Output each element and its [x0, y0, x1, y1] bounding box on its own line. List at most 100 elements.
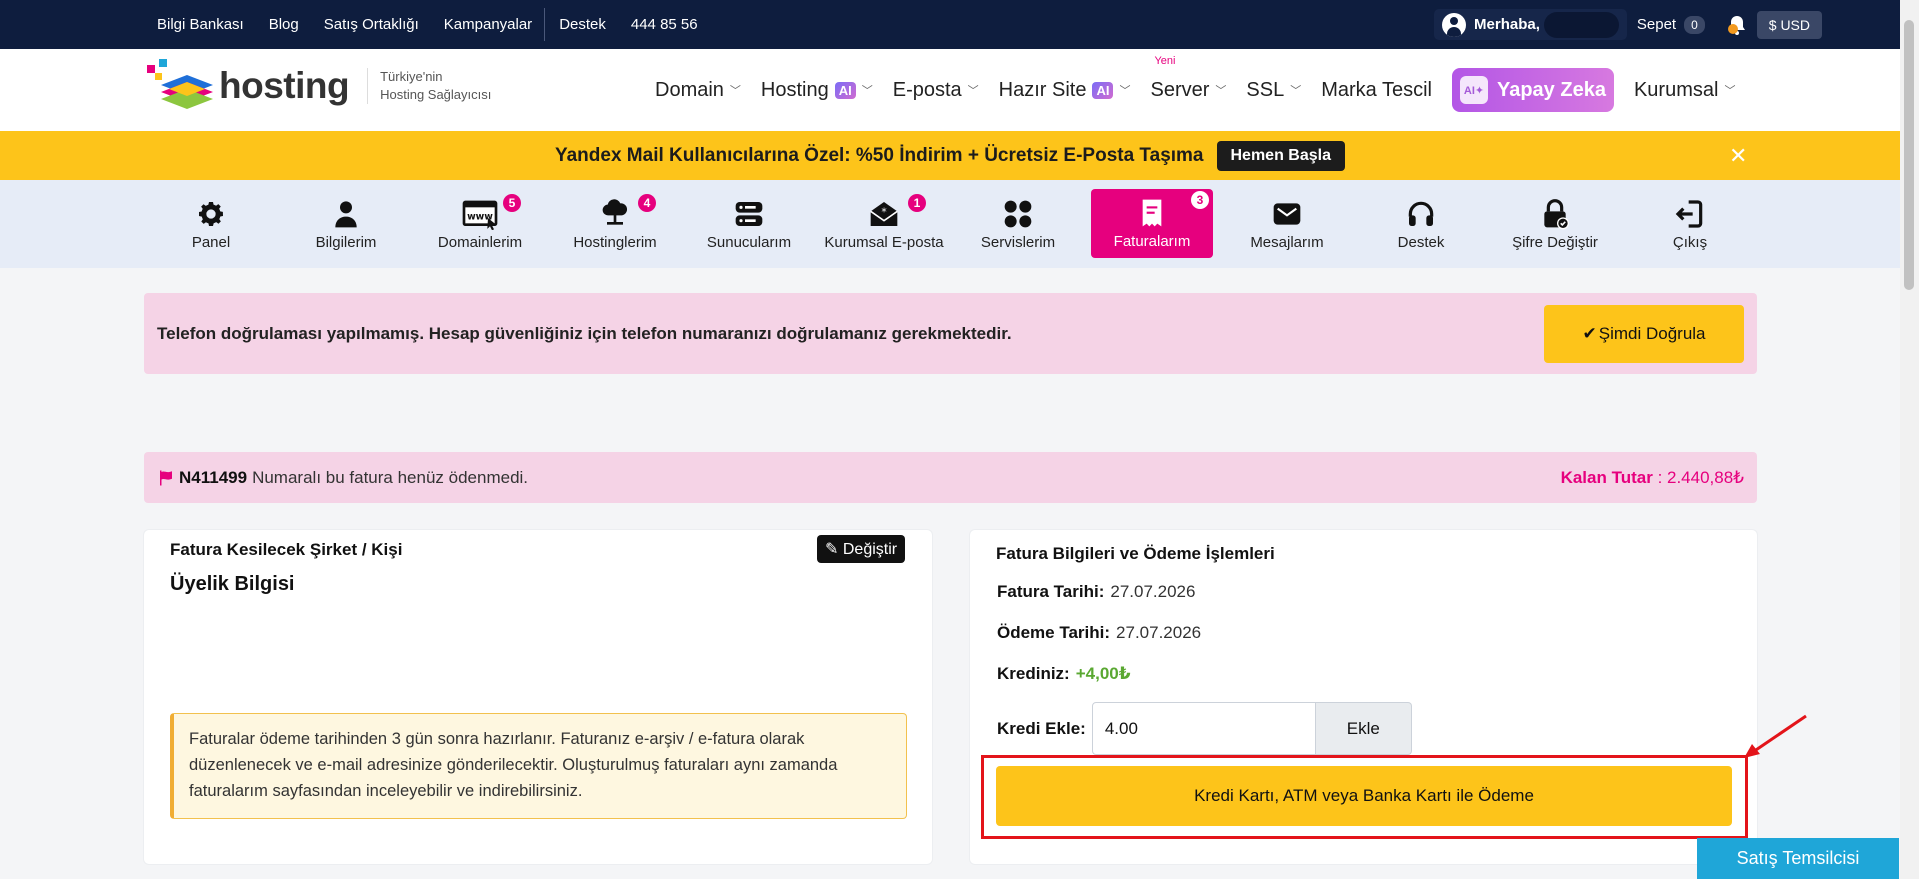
tab-destek[interactable]: Destek — [1360, 190, 1482, 268]
gear-icon — [199, 202, 223, 226]
promo-banner: Yandex Mail Kullanıcılarına Özel: %50 İn… — [0, 131, 1900, 180]
payment-date-label: Ödeme Tarihi: — [997, 623, 1111, 642]
membership-info-title: Üyelik Bilgisi — [170, 573, 295, 595]
annotation-arrow-icon — [1744, 714, 1807, 758]
tab-destek-label: Destek — [1397, 234, 1445, 251]
pencil-icon: ✎ — [825, 541, 839, 558]
chevron-down-icon: ﹀ — [1724, 85, 1736, 97]
nav-eposta[interactable]: E-posta ﹀ — [893, 79, 979, 102]
invoice-date-value: 27.07.2026 — [1110, 582, 1196, 601]
verify-now-button[interactable]: ✔ Şimdi Doğrula — [1544, 305, 1744, 363]
sales-representative-button[interactable]: Satış Temsilcisi — [1697, 838, 1899, 879]
logo-tagline: Türkiye'nin Hosting Sağlayıcısı — [367, 68, 491, 104]
phone-number[interactable]: 444 85 56 — [631, 16, 698, 33]
server-icon — [735, 202, 763, 226]
count-badge: 1 — [908, 194, 926, 212]
promo-text: Yandex Mail Kullanıcılarına Özel: %50 İn… — [554, 144, 1204, 166]
nav-domain[interactable]: Domain ﹀ — [655, 79, 741, 102]
promo-start-button[interactable]: Hemen Başla — [1216, 140, 1345, 171]
nav-ssl[interactable]: SSL ﹀ — [1246, 79, 1301, 102]
link-blog[interactable]: Blog — [269, 16, 299, 33]
tab-sunucularim[interactable]: Sunucularım — [688, 190, 810, 268]
nav-eposta-label: E-posta — [892, 78, 962, 101]
tab-servislerim-label: Servislerim — [980, 234, 1056, 251]
site-logo[interactable]: hosting Türkiye'nin Hosting Sağlayıcısı — [147, 59, 491, 113]
chevron-down-icon: ﹀ — [729, 85, 741, 97]
tab-faturalarim[interactable]: 3 Faturalarım — [1091, 189, 1213, 258]
tab-faturalarim-label: Faturalarım — [1113, 233, 1191, 250]
cart-label: Sepet — [1636, 16, 1677, 33]
tab-sifre-degistir[interactable]: Şifre Değiştir — [1494, 190, 1616, 268]
top-bar: Bilgi Bankası Blog Satış Ortaklığı Kampa… — [0, 0, 1900, 49]
tab-kurumsal-eposta[interactable]: 1 * Kurumsal E-posta — [822, 190, 946, 268]
chevron-down-icon: ﹀ — [1290, 85, 1302, 97]
account-menu[interactable]: Merhaba, — [1434, 9, 1627, 40]
logo-wordmark: hosting — [219, 65, 350, 106]
close-icon[interactable]: ✕ — [1729, 143, 1747, 169]
invoice-info-note: Faturalar ödeme tarihinden 3 gün sonra h… — [170, 713, 907, 819]
tab-hostinglerim-label: Hostinglerim — [573, 234, 657, 251]
card-payment-button[interactable]: Kredi Kartı, ATM veya Banka Kartı ile Öd… — [996, 766, 1732, 826]
chevron-down-icon: ﹀ — [1119, 85, 1131, 97]
svg-text:*: * — [881, 205, 887, 218]
count-badge: 4 — [638, 194, 656, 212]
chevron-down-icon: ﹀ — [967, 85, 979, 97]
credit-amount-input[interactable]: 4.00 — [1091, 702, 1316, 755]
ai-badge: AI — [1092, 81, 1114, 99]
scrollbar-thumb[interactable] — [1904, 20, 1914, 290]
link-kampanyalar[interactable]: Kampanyalar — [444, 16, 532, 33]
nav-server[interactable]: Yeni Server ﹀ — [1150, 55, 1226, 102]
link-satis-ortakligi[interactable]: Satış Ortaklığı — [324, 16, 419, 33]
tab-bilgilerim-label: Bilgilerim — [315, 234, 377, 251]
nav-yapay-zeka-label: Yapay Zeka — [1496, 78, 1606, 101]
nav-hosting[interactable]: Hosting AI ﹀ — [761, 79, 873, 102]
credit-row: Krediniz: +4,00₺ — [997, 664, 1131, 684]
tab-domainlerim[interactable]: 5 www Domainlerim — [419, 190, 541, 268]
headset-icon — [1408, 201, 1434, 226]
invoice-date-label: Fatura Tarihi: — [997, 582, 1105, 601]
nav-ssl-label: SSL — [1246, 78, 1285, 101]
invoice-number: N411499 — [179, 467, 248, 487]
tab-hostinglerim[interactable]: 4 Hostinglerim — [554, 190, 676, 268]
nav-kurumsal-label: Kurumsal — [1633, 78, 1719, 101]
currency-selector[interactable]: $ USD — [1756, 10, 1822, 39]
tab-servislerim[interactable]: Servislerim — [957, 190, 1079, 268]
payment-date-row: Ödeme Tarihi: 27.07.2026 — [997, 623, 1201, 643]
tagline-line1: Türkiye'nin — [380, 69, 443, 84]
receipt-icon — [1142, 199, 1162, 227]
cart-link[interactable]: Sepet 0 — [1636, 15, 1705, 34]
link-destek[interactable]: Destek — [559, 16, 606, 33]
logout-icon — [1675, 200, 1703, 228]
nav-marka-label: Marka Tescil — [1321, 78, 1432, 101]
invoice-status-text: Numaralı bu fatura henüz ödenmedi. — [252, 467, 529, 487]
edit-button-label: Değiştir — [842, 541, 898, 558]
nav-hazir-site[interactable]: Hazır Site AI ﹀ — [999, 79, 1131, 102]
tab-mesajlarim[interactable]: Mesajlarım — [1226, 190, 1348, 268]
www-browser-icon: www — [462, 200, 498, 230]
remaining-value: : 2.440,88₺ — [1657, 467, 1744, 487]
tab-panel[interactable]: Panel — [150, 190, 272, 268]
add-credit-button[interactable]: Ekle — [1315, 702, 1412, 755]
count-badge: 3 — [1191, 191, 1209, 209]
edit-button[interactable]: ✎ Değiştir — [817, 535, 906, 563]
divider — [544, 8, 546, 41]
nav-marka-tescil[interactable]: Marka Tescil — [1321, 79, 1432, 102]
notification-bell-icon[interactable] — [1725, 13, 1749, 37]
tagline-line2: Hosting Sağlayıcısı — [380, 87, 492, 102]
cart-count-badge: 0 — [1684, 15, 1705, 34]
main-nav: Domain ﹀ Hosting AI ﹀ E-posta ﹀ Hazır Site AI… — [655, 49, 1755, 131]
nav-yapay-zeka[interactable]: AI✦ Yapay Zeka — [1451, 68, 1614, 112]
billing-entity-title: Fatura Kesilecek Şirket / Kişi — [170, 540, 403, 559]
alert-text: Telefon doğrulaması yapılmamış. Hesap gü… — [157, 323, 1012, 343]
tab-cikis[interactable]: Çıkış — [1629, 190, 1751, 268]
tab-bilgilerim[interactable]: Bilgilerim — [285, 190, 407, 268]
page-scrollbar[interactable] — [1900, 0, 1919, 879]
remaining-amount: Kalan Tutar : 2.440,88₺ — [1561, 468, 1744, 488]
nav-kurumsal[interactable]: Kurumsal ﹀ — [1634, 79, 1735, 102]
link-bilgi-bankasi[interactable]: Bilgi Bankası — [157, 16, 244, 33]
tab-sunucularim-label: Sunucularım — [706, 234, 792, 251]
flag-icon — [160, 470, 172, 485]
ai-sparkle-icon: AI✦ — [1459, 76, 1488, 104]
account-icon-nav: Panel Bilgilerim 5 www Domainlerim 4 Hos… — [0, 180, 1900, 268]
count-badge: 5 — [503, 194, 521, 212]
